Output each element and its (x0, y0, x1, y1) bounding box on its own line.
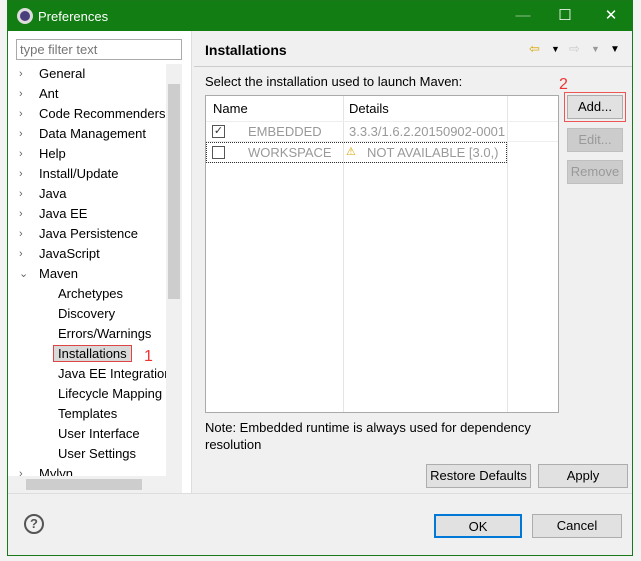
tree-item[interactable]: › Mylyn (19, 464, 73, 476)
preferences-window: Preferences — ☐ ✕ › General › Ant › Code Reco… (7, 0, 633, 556)
warning-icon: ⚠ (346, 146, 356, 158)
embedded-note: Note: Embedded runtime is always used fo… (205, 420, 531, 452)
tree-item-label: Install/Update (39, 166, 119, 181)
chevron-right-icon[interactable]: › (19, 224, 23, 244)
tree-item[interactable]: Java EE Integration (58, 364, 166, 384)
row-checkbox[interactable]: ✓ (212, 125, 225, 138)
installations-page: Installations ⇦ ▼ ⇨ ▼ ▼ Select the insta… (194, 31, 632, 493)
chevron-right-icon[interactable]: › (19, 164, 23, 184)
tree-item-label: Archetypes (58, 286, 124, 301)
maximize-button[interactable]: ☐ (550, 5, 580, 27)
apply-button[interactable]: Apply (538, 464, 628, 488)
tree-item-label: Code Recommenders (39, 106, 166, 121)
chevron-right-icon[interactable]: › (19, 244, 23, 264)
remove-button[interactable]: Remove (567, 160, 623, 184)
tree-item-label: Java EE (39, 206, 88, 221)
cancel-button[interactable]: Cancel (532, 514, 622, 538)
tree-item[interactable]: › General (19, 64, 86, 84)
title-bar: Preferences — ☐ ✕ (8, 1, 632, 31)
forward-dropdown-icon[interactable]: ▼ (591, 44, 600, 54)
minimize-button[interactable]: — (508, 5, 538, 27)
tree-item[interactable]: › Java Persistence (19, 224, 138, 244)
back-dropdown-icon[interactable]: ▼ (551, 44, 560, 54)
chevron-down-icon[interactable]: ⌄ (19, 264, 28, 284)
tree-horizontal-scrollbar[interactable] (8, 476, 182, 493)
chevron-right-icon[interactable]: › (19, 184, 23, 204)
tree-item[interactable]: User Settings (58, 444, 136, 464)
annotation-2: 2 (559, 76, 568, 93)
tree-item-label: User Interface (58, 426, 140, 441)
row-details: 3.3.3/1.6.2.20150902-0001 (349, 124, 506, 139)
chevron-right-icon[interactable]: › (19, 124, 23, 144)
tree-item[interactable]: Lifecycle Mapping (58, 384, 162, 404)
tree-item[interactable]: › Java EE (19, 204, 88, 224)
tree-item[interactable]: › Code Recommenders (19, 104, 166, 124)
restore-defaults-button[interactable]: Restore Defaults (426, 464, 531, 488)
tree-item[interactable]: › Ant (19, 84, 59, 104)
tree-item-label: JavaScript (39, 246, 100, 261)
row-details: NOT AVAILABLE [3.0,) (367, 145, 499, 160)
close-button[interactable]: ✕ (596, 5, 626, 27)
view-menu-icon[interactable]: ▼ (610, 44, 620, 55)
chevron-right-icon[interactable]: › (19, 64, 23, 84)
tree-item-label: Maven (39, 266, 79, 281)
tree-item[interactable]: Errors/Warnings (58, 324, 151, 344)
tree-item[interactable]: › Install/Update (19, 164, 119, 184)
row-name: WORKSPACE (248, 145, 332, 160)
filter-input[interactable] (16, 39, 182, 60)
table-row[interactable]: ✓ EMBEDDED 3.3.3/1.6.2.20150902-0001 (206, 121, 558, 142)
eclipse-icon (17, 8, 33, 24)
tree-item[interactable]: › Data Management (19, 124, 146, 144)
tree-item-label: Java EE Integration (58, 366, 166, 381)
row-checkbox[interactable] (212, 146, 225, 159)
tree-item-label: Mylyn (39, 466, 73, 476)
edit-button[interactable]: Edit... (567, 128, 623, 152)
tree-item[interactable]: Templates (58, 404, 117, 424)
forward-arrow-icon[interactable]: ⇨ (569, 41, 580, 57)
row-name: EMBEDDED (248, 124, 322, 139)
tree-item-label: Errors/Warnings (58, 326, 152, 341)
tree-item-label: Discovery (58, 306, 116, 321)
tree-item-label: Lifecycle Mapping (58, 386, 163, 401)
window-title: Preferences (38, 9, 109, 24)
help-icon[interactable]: ? (24, 514, 44, 534)
tree-item[interactable]: › Help (19, 144, 66, 164)
tree-item-label: Installations (53, 345, 132, 362)
tree-item-label: General (39, 66, 86, 81)
ok-button[interactable]: OK (434, 514, 522, 538)
annotation-1: 1 (144, 348, 153, 365)
tree-item[interactable]: › Java (19, 184, 67, 204)
column-header-name[interactable]: Name (213, 101, 248, 116)
column-header-details[interactable]: Details (349, 101, 389, 116)
preference-tree-panel: › General › Ant › Code Recommenders › Data Mana… (8, 31, 192, 493)
tree-item[interactable]: Installations (53, 344, 132, 364)
tree-item[interactable]: Archetypes (58, 284, 123, 304)
tree-item-label: Java Persistence (39, 226, 138, 241)
tree-item[interactable]: Discovery (58, 304, 115, 324)
tree-item-label: Ant (39, 86, 59, 101)
tree-item[interactable]: › JavaScript (19, 244, 100, 264)
chevron-right-icon[interactable]: › (19, 104, 23, 124)
chevron-right-icon[interactable]: › (19, 204, 23, 224)
tree-vertical-scrollbar[interactable] (166, 64, 182, 476)
dialog-footer: ? OK Cancel (8, 493, 632, 555)
instruction-label: Select the installation used to launch M… (205, 74, 463, 89)
installations-table: Name Details ✓ EMBEDDED 3.3.3/1.6.2.2015… (205, 95, 559, 413)
back-arrow-icon[interactable]: ⇦ (529, 41, 540, 57)
tree-item-label: Java (39, 186, 67, 201)
table-row[interactable]: WORKSPACE ⚠ NOT AVAILABLE [3.0,) (206, 142, 507, 163)
page-title: Installations (205, 42, 287, 58)
tree-item-label: Help (39, 146, 66, 161)
tree-item[interactable]: ⌄ Maven (19, 264, 79, 284)
tree-item[interactable]: User Interface (58, 424, 140, 444)
tree-item-label: User Settings (58, 446, 137, 461)
tree-item-label: Templates (58, 406, 118, 421)
tree-item-label: Data Management (39, 126, 146, 141)
add-button[interactable]: Add... (564, 92, 626, 122)
chevron-right-icon[interactable]: › (19, 84, 23, 104)
chevron-right-icon[interactable]: › (19, 464, 23, 476)
preference-tree: › General › Ant › Code Recommenders › Data Mana… (8, 64, 166, 476)
chevron-right-icon[interactable]: › (19, 144, 23, 164)
